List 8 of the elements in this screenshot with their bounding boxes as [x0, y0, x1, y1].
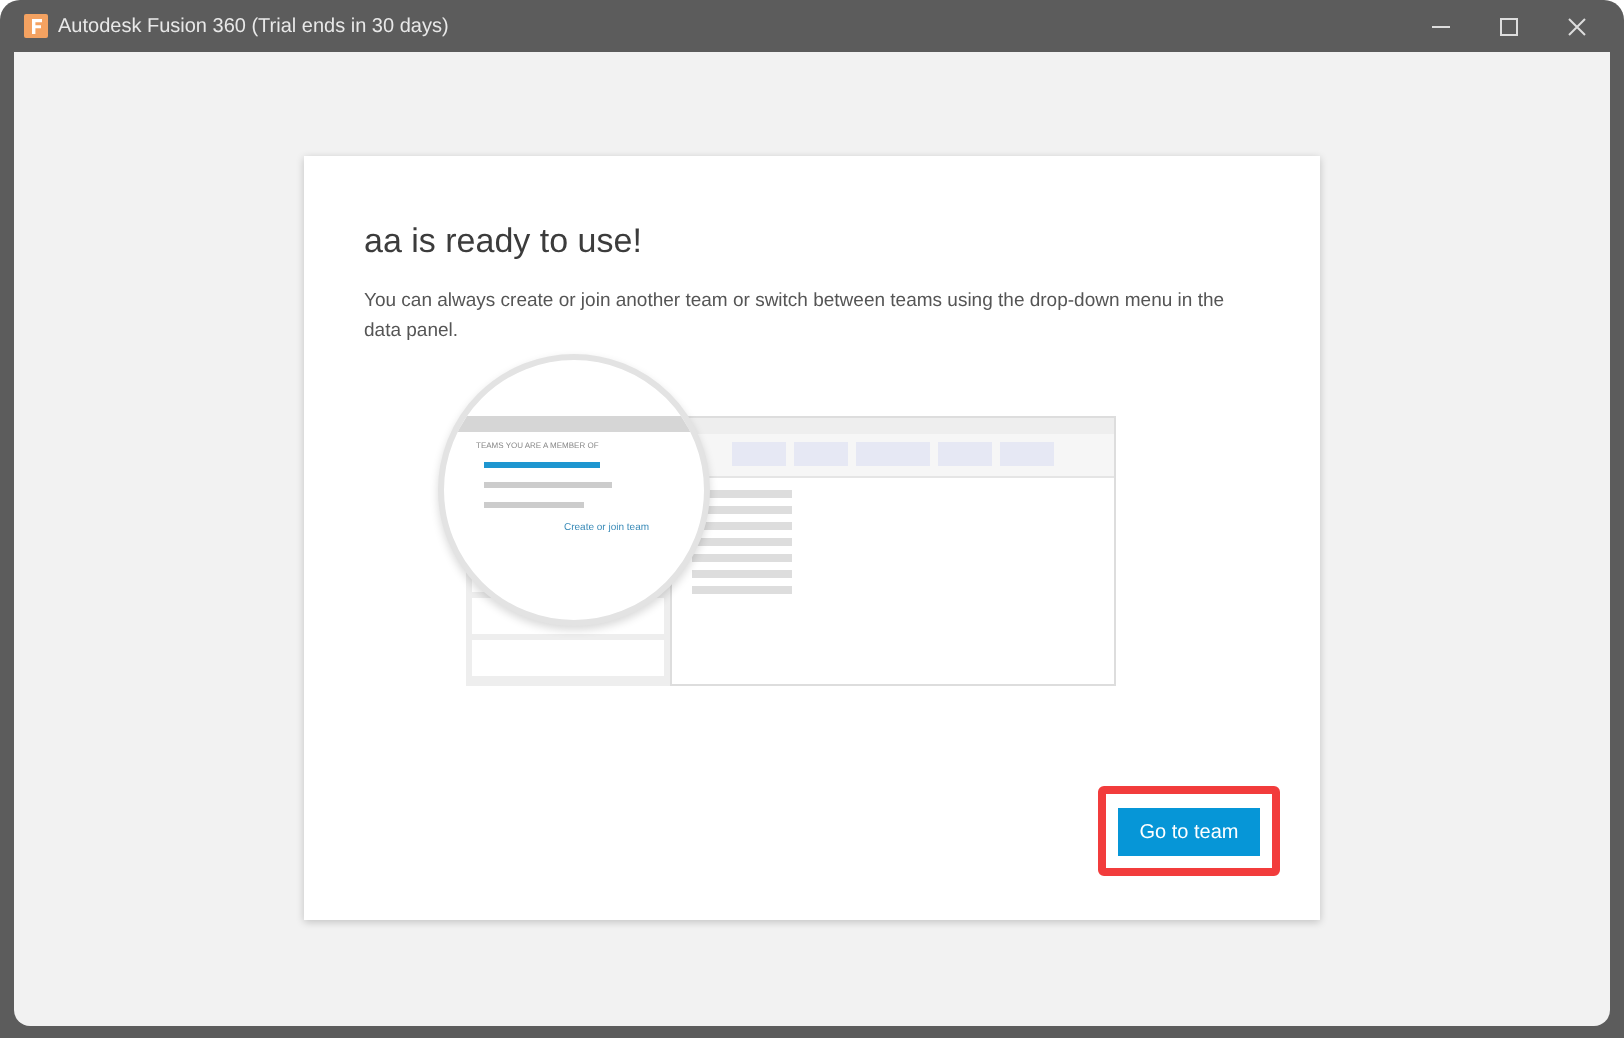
dialog-description: You can always create or join another team or switch between teams using the drop-down menu in the data panel.	[364, 287, 1227, 345]
app-logo-icon	[24, 14, 48, 38]
dialog-heading: aa is ready to use!	[364, 220, 644, 264]
go-to-team-button[interactable]: Go to team	[1118, 808, 1260, 856]
close-icon	[1567, 17, 1585, 35]
window-title: Autodesk Fusion 360 (Trial ends in 30 days)	[58, 13, 449, 41]
maximize-icon	[1499, 17, 1517, 35]
minimize-icon	[1431, 25, 1449, 27]
